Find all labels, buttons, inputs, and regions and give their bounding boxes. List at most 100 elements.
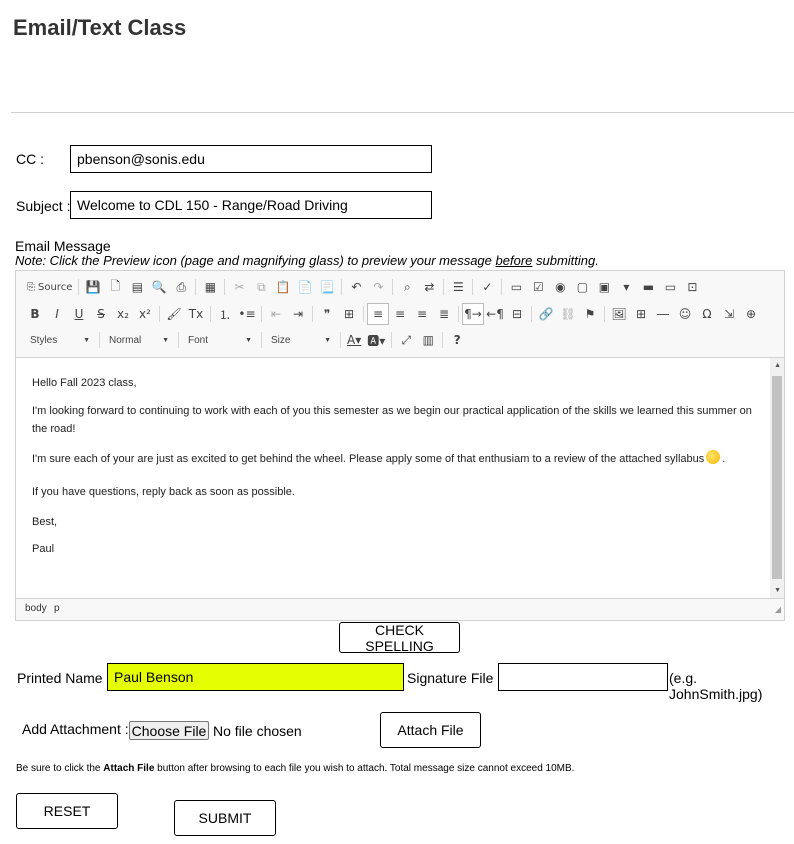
- signature-example: (e.g. JohnSmith.jpg): [669, 670, 763, 702]
- indent-icon[interactable]: ⇥: [287, 303, 309, 325]
- select-field-icon[interactable]: ▾: [615, 276, 637, 298]
- new-page-icon[interactable]: 🗋: [104, 276, 126, 298]
- toolbar-separator: [312, 306, 313, 322]
- source-button[interactable]: ⎘ Source: [24, 276, 75, 298]
- checkbox-icon[interactable]: ☑: [527, 276, 549, 298]
- blockquote-icon[interactable]: ❞: [316, 303, 338, 325]
- check-spelling-button[interactable]: CHECK SPELLING: [339, 622, 460, 654]
- numbered-list-icon[interactable]: ⒈: [214, 303, 236, 325]
- copy-format-icon[interactable]: 🖌: [163, 303, 185, 325]
- help-text: Be sure to click the: [16, 763, 104, 774]
- choose-file-button[interactable]: Choose File: [129, 721, 209, 740]
- message-paragraph: Hello Fall 2023 class,: [32, 377, 137, 389]
- image-icon[interactable]: 🖼: [608, 303, 630, 325]
- copy-icon[interactable]: ⧉: [250, 276, 272, 298]
- hidden-field-icon[interactable]: ⊡: [681, 276, 703, 298]
- remove-format-icon[interactable]: Tx: [185, 303, 207, 325]
- underline-icon[interactable]: U: [68, 303, 90, 325]
- maximize-icon[interactable]: ⤢: [395, 329, 417, 351]
- export-pdf-icon[interactable]: ▤: [126, 276, 148, 298]
- div-container-icon[interactable]: ⊞: [338, 303, 360, 325]
- special-char-icon[interactable]: Ω: [696, 303, 718, 325]
- textfield-icon[interactable]: ▢: [571, 276, 593, 298]
- reset-button[interactable]: RESET: [16, 793, 118, 829]
- superscript-icon[interactable]: x²: [134, 303, 156, 325]
- strikethrough-icon[interactable]: S: [90, 303, 112, 325]
- smiley-icon[interactable]: ☺: [674, 303, 696, 325]
- rich-text-editor: ⎘ Source 💾 🗋 ▤ 🔍 ⎙ ▦ ✂ ⧉ 📋 📄 📃 ↶ ↷ ⌕ ⇄ ☰ …: [15, 270, 785, 621]
- scrollbar-thumb[interactable]: [772, 376, 782, 579]
- rtl-icon[interactable]: ←¶: [484, 303, 506, 325]
- note-emphasis: before: [495, 253, 533, 268]
- size-dropdown[interactable]: Size ▼: [265, 331, 337, 349]
- editor-content[interactable]: Hello Fall 2023 class, I'm looking forwa…: [16, 358, 770, 598]
- undo-icon[interactable]: ↶: [345, 276, 367, 298]
- toolbar-separator: [341, 279, 343, 295]
- resize-handle-icon[interactable]: ◢: [775, 605, 781, 614]
- message-paragraph: If you have questions, reply back as soo…: [32, 486, 295, 498]
- scroll-down-icon[interactable]: ▼: [774, 587, 781, 594]
- help-text-end: button after browsing to each file you w…: [154, 763, 575, 774]
- align-right-icon[interactable]: ≡: [411, 303, 433, 325]
- divider: [11, 112, 794, 113]
- bulleted-list-icon[interactable]: •≡: [236, 303, 258, 325]
- form-icon[interactable]: ▭: [505, 276, 527, 298]
- button-field-icon[interactable]: ▬: [637, 276, 659, 298]
- help-icon[interactable]: ?: [446, 329, 468, 351]
- preview-note: Note: Click the Preview icon (page and m…: [15, 253, 599, 268]
- subject-label: Subject :: [16, 198, 71, 214]
- text-color-icon[interactable]: A▾: [344, 329, 364, 351]
- page-title: Email/Text Class: [13, 15, 187, 40]
- background-color-icon[interactable]: 🅰▾: [364, 329, 388, 351]
- paste-word-icon[interactable]: 📃: [316, 276, 338, 298]
- path-item-p[interactable]: p: [54, 603, 60, 614]
- language-icon[interactable]: ⊟: [506, 303, 528, 325]
- find-icon[interactable]: ⌕: [396, 276, 418, 298]
- paste-icon[interactable]: 📋: [272, 276, 294, 298]
- link-icon[interactable]: 🔗: [535, 303, 557, 325]
- image-button-icon[interactable]: ▭: [659, 276, 681, 298]
- show-blocks-icon[interactable]: ▥: [417, 329, 439, 351]
- submit-button[interactable]: SUBMIT: [174, 800, 276, 836]
- chevron-down-icon: ▼: [245, 336, 252, 344]
- ltr-icon[interactable]: ¶→: [462, 303, 484, 325]
- select-all-icon[interactable]: ☰: [447, 276, 469, 298]
- outdent-icon[interactable]: ⇤: [265, 303, 287, 325]
- anchor-icon[interactable]: ⚑: [579, 303, 601, 325]
- format-dropdown[interactable]: Normal ▼: [103, 331, 175, 349]
- align-left-icon[interactable]: ≡: [367, 303, 389, 325]
- styles-dropdown[interactable]: Styles ▼: [24, 331, 96, 349]
- iframe-icon[interactable]: ⊕: [740, 303, 762, 325]
- templates-icon[interactable]: ▦: [199, 276, 221, 298]
- replace-icon[interactable]: ⇄: [418, 276, 440, 298]
- cut-icon[interactable]: ✂: [228, 276, 250, 298]
- textarea-icon[interactable]: ▣: [593, 276, 615, 298]
- radio-icon[interactable]: ◉: [549, 276, 571, 298]
- spellcheck-icon[interactable]: ✓: [476, 276, 498, 298]
- align-center-icon[interactable]: ≡: [389, 303, 411, 325]
- unlink-icon[interactable]: ⛓: [557, 303, 579, 325]
- path-item-body[interactable]: body: [25, 603, 47, 614]
- scroll-up-icon[interactable]: ▲: [774, 362, 781, 369]
- subscript-icon[interactable]: x₂: [112, 303, 134, 325]
- justify-icon[interactable]: ≣: [433, 303, 455, 325]
- subject-input[interactable]: Welcome to CDL 150 - Range/Road Driving: [70, 191, 432, 219]
- print-icon[interactable]: ⎙: [170, 276, 192, 298]
- italic-icon[interactable]: I: [46, 303, 68, 325]
- bold-icon[interactable]: B: [24, 303, 46, 325]
- signature-file-input[interactable]: [498, 663, 668, 691]
- page-break-icon[interactable]: ⇲: [718, 303, 740, 325]
- toolbar-separator: [443, 279, 445, 295]
- redo-icon[interactable]: ↷: [367, 276, 389, 298]
- attach-file-button[interactable]: Attach File: [380, 712, 481, 748]
- printed-name-input[interactable]: Paul Benson: [107, 663, 404, 691]
- table-icon[interactable]: ⊞: [630, 303, 652, 325]
- paste-text-icon[interactable]: 📄: [294, 276, 316, 298]
- toolbar-separator: [178, 332, 179, 348]
- cc-input[interactable]: pbenson@sonis.edu: [70, 145, 432, 173]
- preview-icon[interactable]: 🔍: [148, 276, 170, 298]
- source-label: Source: [38, 281, 73, 293]
- save-icon[interactable]: 💾: [82, 276, 104, 298]
- horizontal-line-icon[interactable]: ―: [652, 303, 674, 325]
- font-dropdown[interactable]: Font ▼: [182, 331, 258, 349]
